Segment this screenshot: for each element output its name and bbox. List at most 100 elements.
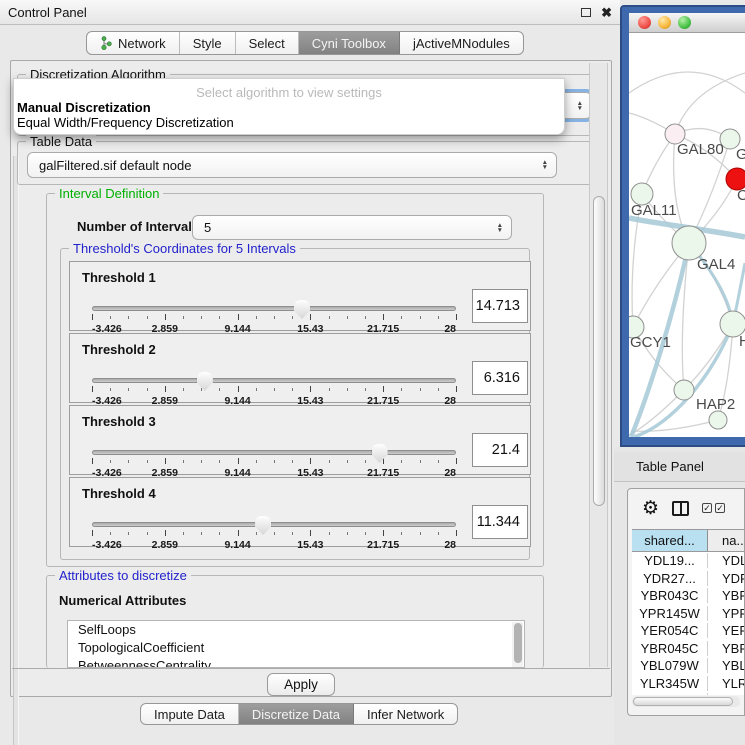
network-node-hap2[interactable] <box>674 380 694 400</box>
cell-name[interactable]: YLR3 <box>708 676 744 691</box>
checkbox-icon[interactable]: ✓ <box>715 503 725 513</box>
cell-shared-name[interactable]: YBR045C <box>632 641 708 656</box>
table-header-row: shared... na... <box>632 529 744 552</box>
node-label: HAP2 <box>696 396 735 413</box>
number-of-intervals-combo[interactable]: 5 ▲▼ <box>192 215 512 240</box>
table-row[interactable]: YBR043CYBR0 <box>632 587 744 605</box>
column-header-name[interactable]: na... <box>708 530 744 551</box>
node-label: GCY1 <box>630 334 671 351</box>
threshold-value-field[interactable]: 6.316 <box>472 361 528 395</box>
slider-track[interactable] <box>92 378 456 383</box>
bottom-tab-discretize-data[interactable]: Discretize Data <box>239 704 354 724</box>
tab-label: Select <box>249 36 285 51</box>
threshold-slider[interactable]: -3.4262.8599.14415.4321.71528 <box>92 516 456 546</box>
cell-shared-name[interactable]: YDR27... <box>632 571 708 586</box>
network-canvas[interactable]: GAL80GACGAL11GAL4GCY1HHAP2 <box>629 33 745 437</box>
tab-cyni-toolbox[interactable]: Cyni Toolbox <box>299 32 400 54</box>
slider-track[interactable] <box>92 522 456 527</box>
cell-shared-name[interactable]: YDL19... <box>632 553 708 568</box>
minimize-traffic-light-icon[interactable] <box>658 16 671 29</box>
attribute-item[interactable]: TopologicalCoefficient <box>68 639 524 657</box>
tab-network[interactable]: Network <box>87 32 180 54</box>
cell-name[interactable]: YIL0 <box>708 693 744 695</box>
threshold-value-field[interactable]: 21.4 <box>472 433 528 467</box>
zoom-traffic-light-icon[interactable] <box>678 16 691 29</box>
bottom-tab-infer-network[interactable]: Infer Network <box>354 704 457 724</box>
attribute-item[interactable]: BetweennessCentrality <box>68 657 524 668</box>
network-icon <box>100 36 112 50</box>
cell-name[interactable]: YDR2 <box>708 571 744 586</box>
table-row[interactable]: YBR045CYBR0 <box>632 640 744 658</box>
table-data-combo[interactable]: galFiltered.sif default node ▲▼ <box>27 152 557 178</box>
cell-name[interactable]: YBR0 <box>708 641 744 656</box>
network-graph: GAL80GACGAL11GAL4GCY1HHAP2 <box>629 33 745 437</box>
stepper-icon: ▲▼ <box>577 93 583 118</box>
thresholds-group-label: Threshold's Coordinates for 5 Intervals <box>69 241 300 256</box>
cell-shared-name[interactable]: YLR345W <box>632 676 708 691</box>
scale-label: -3.426 <box>92 539 122 551</box>
table-row[interactable]: YIL052CYIL0 <box>632 692 744 695</box>
checkbox-icon[interactable]: ✓ <box>702 503 712 513</box>
cell-name[interactable]: YPR1 <box>708 606 744 621</box>
threshold-row: Threshold 3 -3.4262.8599.14415.4321.7152… <box>69 405 531 475</box>
threshold-slider[interactable]: -3.4262.8599.14415.4321.71528 <box>92 300 456 330</box>
tab-style[interactable]: Style <box>180 32 236 54</box>
threshold-slider[interactable]: -3.4262.8599.14415.4321.71528 <box>92 444 456 474</box>
numerical-attributes-label: Numerical Attributes <box>59 593 186 608</box>
threshold-slider[interactable]: -3.4262.8599.14415.4321.71528 <box>92 372 456 402</box>
panel-title: Control Panel <box>8 5 87 20</box>
column-header-shared-name[interactable]: shared... <box>632 530 708 551</box>
apply-button[interactable]: Apply <box>267 673 335 696</box>
table-toolbar: ⚙ ✓ ✓ <box>628 489 744 527</box>
tab-select[interactable]: Select <box>236 32 299 54</box>
table-hscrollbar[interactable] <box>632 696 740 707</box>
tab-jactivemnodules[interactable]: jActiveMNodules <box>400 32 523 54</box>
network-node-gal4[interactable] <box>672 226 706 260</box>
table-row[interactable]: YPR145WYPR1 <box>632 605 744 623</box>
table-row[interactable]: YLR345WYLR3 <box>632 675 744 693</box>
numerical-attributes-list[interactable]: SelfLoopsTopologicalCoefficientBetweenne… <box>67 620 525 668</box>
columns-icon[interactable] <box>672 501 689 516</box>
slider-ticks <box>92 314 456 322</box>
stepper-icon: ▲▼ <box>542 153 548 177</box>
panel-scrollbar[interactable] <box>589 63 608 667</box>
slider-track[interactable] <box>92 306 456 311</box>
cell-shared-name[interactable]: YBR043C <box>632 588 708 603</box>
cell-shared-name[interactable]: YPR145W <box>632 606 708 621</box>
popup-option-manual-discretization[interactable]: Manual Discretization <box>17 100 151 115</box>
thresholds-group: Threshold's Coordinates for 5 Intervals … <box>60 248 530 560</box>
table-row[interactable]: YDL19...YDL1 <box>632 552 744 570</box>
threshold-row: Threshold 4 -3.4262.8599.14415.4321.7152… <box>69 477 531 547</box>
gear-icon[interactable]: ⚙ <box>642 499 659 518</box>
network-node[interactable] <box>709 411 727 429</box>
popup-option-equal-width[interactable]: Equal Width/Frequency Discretization <box>17 115 234 130</box>
stepper-icon: ▲▼ <box>497 216 503 239</box>
table-panel-titlebar: Table Panel <box>614 452 745 482</box>
cell-name[interactable]: YDL1 <box>708 553 744 568</box>
threshold-value-field[interactable]: 14.713 <box>472 289 528 323</box>
cell-name[interactable]: YBR0 <box>708 588 744 603</box>
cell-shared-name[interactable]: YER054C <box>632 623 708 638</box>
cell-name[interactable]: YER0 <box>708 623 744 638</box>
table-row[interactable]: YER054CYER0 <box>632 622 744 640</box>
scale-label: 9.144 <box>224 539 250 551</box>
close-traffic-light-icon[interactable] <box>638 16 651 29</box>
cell-shared-name[interactable]: YIL052C <box>632 693 708 695</box>
table-rows[interactable]: YDL19...YDL1YDR27...YDR2YBR043CYBR0YPR14… <box>632 552 744 695</box>
table-row[interactable]: YBL079WYBL0 <box>632 657 744 675</box>
viewport-divider <box>12 668 610 669</box>
scrollbar-thumb[interactable] <box>593 196 605 506</box>
cell-name[interactable]: YBL0 <box>708 658 744 673</box>
close-icon[interactable]: ✖ <box>601 6 612 19</box>
cell-shared-name[interactable]: YBL079W <box>632 658 708 673</box>
threshold-rows: Threshold 1 -3.4262.8599.14415.4321.7152… <box>69 261 531 549</box>
float-icon[interactable] <box>581 8 591 17</box>
slider-track[interactable] <box>92 450 456 455</box>
splitter-groove[interactable] <box>13 156 19 745</box>
table-row[interactable]: YDR27...YDR2 <box>632 570 744 588</box>
bottom-tab-impute-data[interactable]: Impute Data <box>141 704 239 724</box>
attribute-item[interactable]: SelfLoops <box>68 621 524 639</box>
list-scrollbar[interactable] <box>512 622 523 668</box>
network-window: GAL80GACGAL11GAL4GCY1HHAP2 <box>620 5 745 447</box>
threshold-value-field[interactable]: 11.344 <box>472 505 528 539</box>
